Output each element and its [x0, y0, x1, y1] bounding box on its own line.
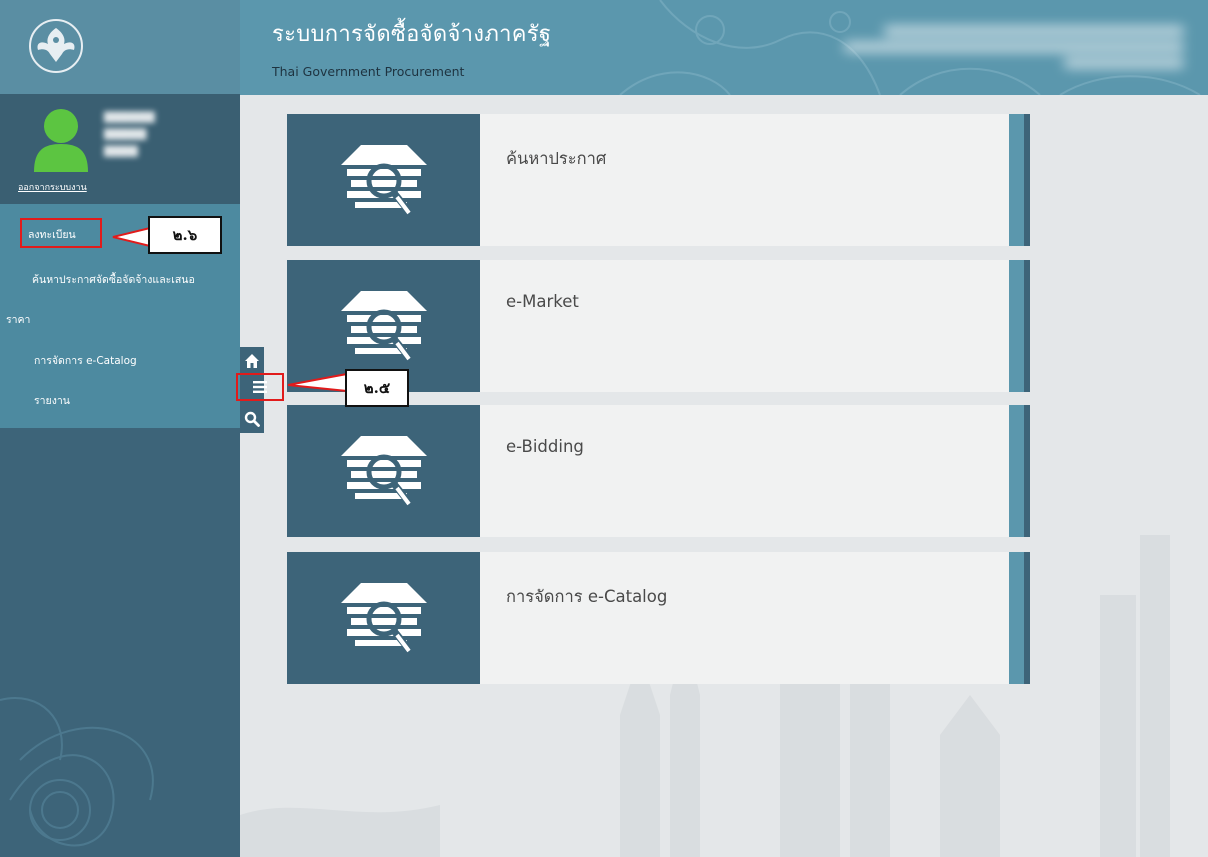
card-accent-bar: [1009, 260, 1024, 392]
sidebar-item-report[interactable]: รายงาน: [34, 392, 70, 409]
document-search-icon: [340, 436, 427, 506]
header-user-info-blurred: [814, 20, 1194, 78]
mini-toolbar: [236, 347, 284, 433]
document-search-icon: [340, 583, 427, 653]
header-banner: ระบบการจัดซื้อจัดจ้างภาครัฐ Thai Governm…: [240, 0, 1208, 95]
search-button[interactable]: [240, 405, 264, 433]
card-accent-bar: [1009, 552, 1024, 684]
sidebar-item-register[interactable]: ลงทะเบียน: [20, 218, 102, 248]
card-accent-bar-dark: [1024, 552, 1030, 684]
card-icon-area: [287, 405, 480, 537]
menu-toggle-button[interactable]: [236, 373, 284, 401]
card-label: e-Bidding: [506, 437, 584, 456]
app-title: ระบบการจัดซื้อจัดจ้างภาครัฐ: [272, 22, 552, 47]
sidebar: ▇▇▇▇▇▇ ▇▇▇▇▇ ▇▇▇▇ ออกจากระบบงาน ลงทะเบียน …: [0, 0, 240, 857]
card-accent-bar-dark: [1024, 405, 1030, 537]
card-accent-bar: [1009, 405, 1024, 537]
document-search-icon: [340, 145, 427, 215]
card-accent-bar: [1009, 114, 1024, 246]
service-card-search-announcement[interactable]: ค้นหาประกาศ: [287, 114, 1030, 246]
card-icon-area: [287, 114, 480, 246]
sidebar-item-search-announcements-cont[interactable]: ราคา: [6, 311, 30, 328]
logo-area: [0, 0, 240, 94]
card-label: การจัดการ e-Catalog: [506, 587, 668, 606]
user-avatar-icon: [34, 109, 88, 172]
card-label: ค้นหาประกาศ: [506, 149, 607, 168]
home-icon: [245, 354, 259, 368]
garuda-emblem-icon: [29, 19, 83, 73]
service-card-e-catalog[interactable]: การจัดการ e-Catalog: [287, 552, 1030, 684]
sidebar-item-search-announcements[interactable]: ค้นหาประกาศจัดซื้อจัดจ้างและเสนอ: [32, 271, 195, 288]
card-label: e-Market: [506, 292, 579, 311]
logout-link[interactable]: ออกจากระบบงาน: [18, 180, 87, 194]
search-icon: [244, 411, 260, 427]
document-search-icon: [340, 291, 427, 361]
sidebar-item-e-catalog[interactable]: การจัดการ e-Catalog: [34, 352, 137, 369]
step-annotation-menu: ๒.๕: [345, 369, 409, 407]
service-card-e-bidding[interactable]: e-Bidding: [287, 405, 1030, 537]
user-name-blurred: ▇▇▇▇▇▇ ▇▇▇▇▇ ▇▇▇▇: [104, 110, 155, 157]
user-profile: ▇▇▇▇▇▇ ▇▇▇▇▇ ▇▇▇▇ ออกจากระบบงาน: [0, 94, 240, 204]
hamburger-menu-icon: [253, 381, 267, 393]
card-icon-area: [287, 552, 480, 684]
card-accent-bar-dark: [1024, 114, 1030, 246]
step-annotation-register: ๒.๖: [148, 216, 222, 254]
home-button[interactable]: [240, 347, 264, 375]
card-accent-bar-dark: [1024, 260, 1030, 392]
app-subtitle: Thai Government Procurement: [272, 64, 465, 79]
